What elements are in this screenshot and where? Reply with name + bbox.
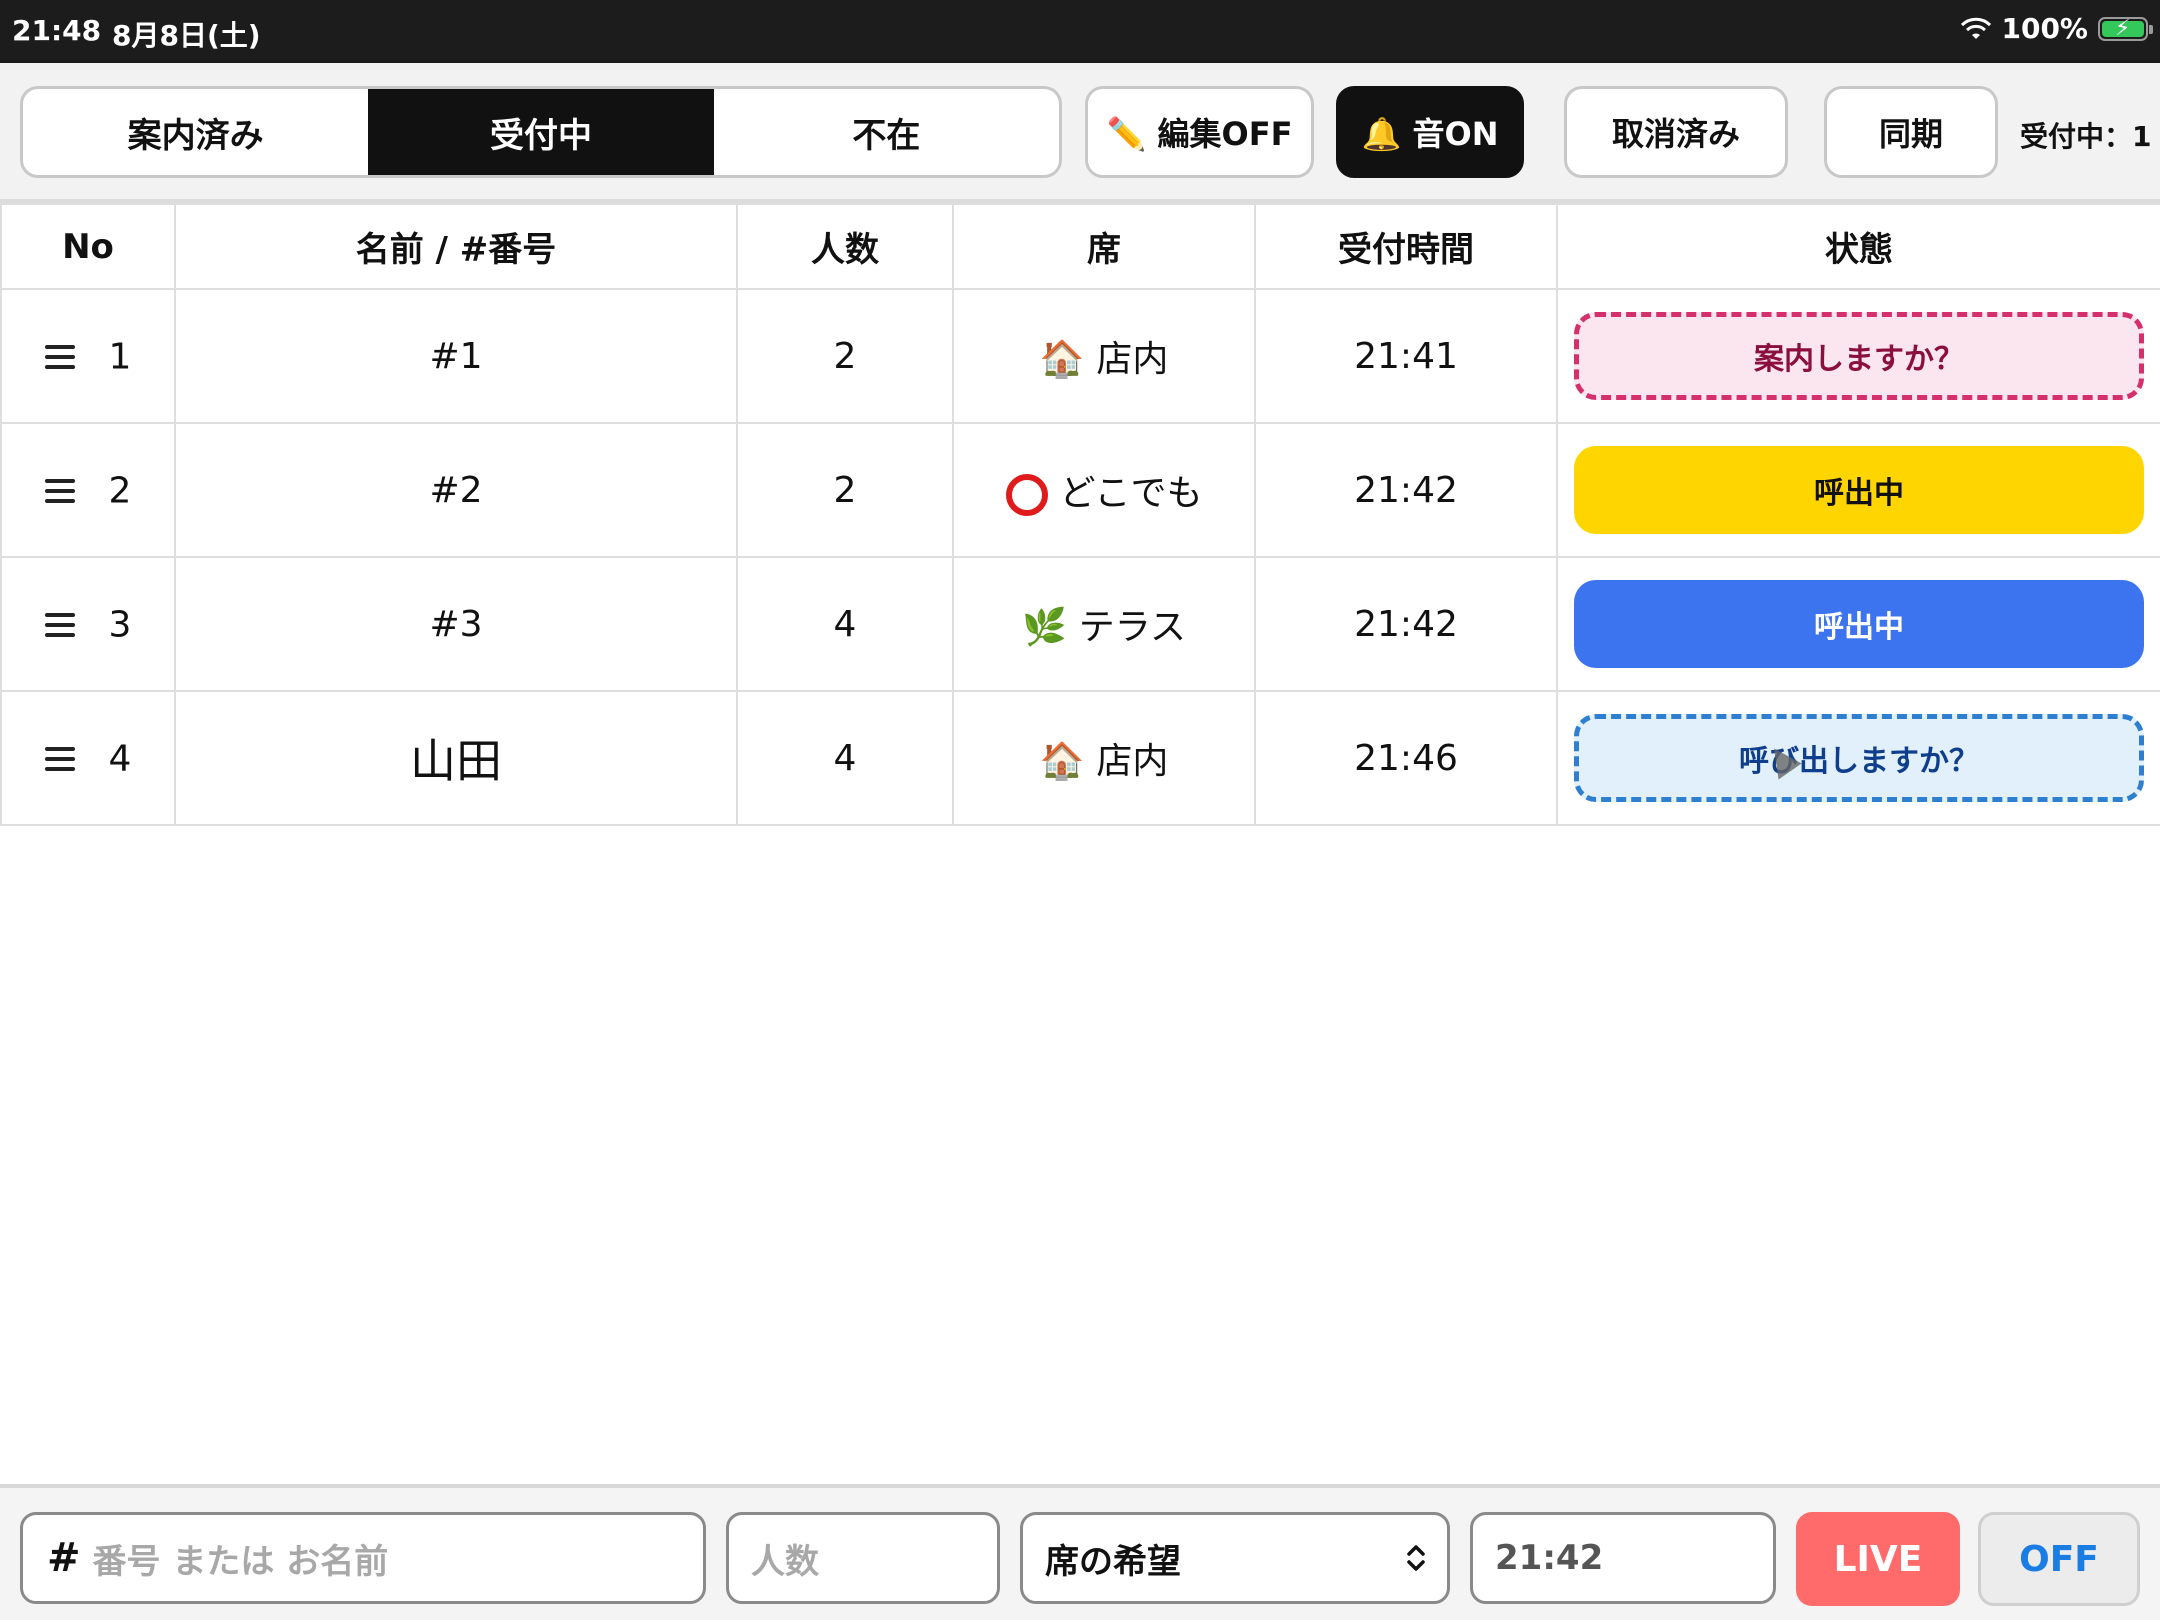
row-no-cell: 1 xyxy=(0,288,176,424)
entry-bar: # 番号 または お名前 人数 席の希望 21:42 LIVE OFF xyxy=(0,1484,2160,1620)
drag-handle-icon[interactable] xyxy=(44,339,75,375)
row-seat-cell: 🏠 店内 xyxy=(952,288,1256,424)
row-time: 21:46 xyxy=(1254,690,1558,826)
row-number: 2 xyxy=(108,470,132,512)
header-people: 人数 xyxy=(736,203,954,290)
row-status-cell: 呼出中 xyxy=(1556,422,2160,558)
toolbar: 案内済み 受付中 不在 ✏️ 編集OFF 🔔 音ON 取消済み 同期 受付中：1 xyxy=(0,63,2160,203)
header-no: No xyxy=(0,203,176,290)
time-input[interactable]: 21:42 xyxy=(1470,1512,1776,1604)
row-name: #1 xyxy=(174,288,738,424)
tab-accepting[interactable]: 受付中 xyxy=(368,89,714,175)
row-seat: 店内 xyxy=(1096,339,1169,380)
row-no-cell: 3 xyxy=(0,556,176,692)
queue-table: No 名前 / #番号 人数 席 受付時間 状態 1 #1 2 🏠 店内 21:4… xyxy=(0,203,2160,826)
sound-toggle-button[interactable]: 🔔 音ON xyxy=(1336,86,1524,178)
wifi-icon xyxy=(1961,17,1992,39)
house-icon: 🏠 xyxy=(1039,339,1085,380)
guide-confirm-button[interactable]: 案内しますか？ xyxy=(1574,312,2144,400)
row-people: 2 xyxy=(736,422,954,558)
drag-handle-icon[interactable] xyxy=(44,607,75,643)
row-people: 4 xyxy=(736,690,954,826)
row-time: 21:42 xyxy=(1254,556,1558,692)
seat-preference-select[interactable]: 席の希望 xyxy=(1020,1512,1450,1604)
battery-percent: 100% xyxy=(2001,12,2088,45)
drag-handle-icon[interactable] xyxy=(44,741,75,777)
row-people: 2 xyxy=(736,288,954,424)
calling-status-button[interactable]: 呼出中 xyxy=(1574,580,2144,668)
edit-toggle-button[interactable]: ✏️ 編集OFF xyxy=(1085,86,1314,178)
row-name: #2 xyxy=(174,422,738,558)
row-status-cell: 呼び出しますか？ xyxy=(1556,690,2160,826)
tab-absent[interactable]: 不在 xyxy=(714,89,1059,175)
row-name: #3 xyxy=(174,556,738,692)
anywhere-circle-icon xyxy=(1005,474,1048,516)
people-placeholder: 人数 xyxy=(751,1541,819,1582)
hash-icon: # xyxy=(47,1535,81,1581)
chevron-up-down-icon xyxy=(1407,1545,1425,1571)
herb-icon: 🌿 xyxy=(1021,607,1067,648)
row-seat-cell: 🏠 店内 xyxy=(952,690,1256,826)
calling-status-button[interactable]: 呼出中 xyxy=(1574,446,2144,534)
drag-handle-icon[interactable] xyxy=(44,473,75,509)
row-time: 21:41 xyxy=(1254,288,1558,424)
row-seat-cell: どこでも xyxy=(952,422,1256,558)
row-no-cell: 4 xyxy=(0,690,176,826)
header-time: 受付時間 xyxy=(1254,203,1558,290)
table-header-row: No 名前 / #番号 人数 席 受付時間 状態 xyxy=(0,203,2160,290)
name-number-placeholder: 番号 または お名前 xyxy=(92,1541,389,1582)
header-name: 名前 / #番号 xyxy=(174,203,738,290)
call-confirm-button[interactable]: 呼び出しますか？ xyxy=(1574,714,2144,802)
name-number-input[interactable]: # 番号 または お名前 xyxy=(20,1512,706,1604)
date: 8月8日(土) xyxy=(112,19,261,52)
clock: 21:48 xyxy=(12,14,102,47)
row-time: 21:42 xyxy=(1254,422,1558,558)
status-filter-tabs: 案内済み 受付中 不在 xyxy=(20,86,1062,178)
row-seat: どこでも xyxy=(1059,473,1203,514)
status-bar: 21:48 8月8日(土) 100% ⚡ xyxy=(0,0,2160,63)
row-seat-cell: 🌿 テラス xyxy=(952,556,1256,692)
header-seat: 席 xyxy=(952,203,1256,290)
seat-select-value: 席の希望 xyxy=(1045,1541,1181,1582)
tab-guided[interactable]: 案内済み xyxy=(23,89,368,175)
live-button[interactable]: LIVE xyxy=(1796,1512,1960,1606)
time-value: 21:42 xyxy=(1495,1538,1604,1578)
header-status: 状態 xyxy=(1556,203,2160,290)
sync-button[interactable]: 同期 xyxy=(1824,86,1998,178)
table-row: 1 #1 2 🏠 店内 21:41 案内しますか？ xyxy=(0,288,2160,424)
row-number: 4 xyxy=(108,738,132,780)
row-seat: テラス xyxy=(1078,607,1187,648)
off-button[interactable]: OFF xyxy=(1978,1512,2140,1606)
row-status-cell: 呼出中 xyxy=(1556,556,2160,692)
house-icon: 🏠 xyxy=(1039,741,1085,782)
cancelled-button[interactable]: 取消済み xyxy=(1564,86,1788,178)
row-status-cell: 案内しますか？ xyxy=(1556,288,2160,424)
accepting-count: 受付中：1 xyxy=(2020,120,2152,153)
row-name: 山田 xyxy=(174,690,738,826)
people-input[interactable]: 人数 xyxy=(726,1512,1000,1604)
table-row: 3 #3 4 🌿 テラス 21:42 呼出中 xyxy=(0,556,2160,692)
battery-icon: ⚡ xyxy=(2098,16,2153,41)
row-number: 1 xyxy=(108,336,132,378)
table-row: 2 #2 2 どこでも 21:42 呼出中 xyxy=(0,422,2160,558)
status-indicators: 100% ⚡ xyxy=(1961,12,2153,45)
row-no-cell: 2 xyxy=(0,422,176,558)
row-number: 3 xyxy=(108,604,132,646)
row-people: 4 xyxy=(736,556,954,692)
table-row: 4 山田 4 🏠 店内 21:46 呼び出しますか？ xyxy=(0,690,2160,826)
row-seat: 店内 xyxy=(1096,741,1169,782)
